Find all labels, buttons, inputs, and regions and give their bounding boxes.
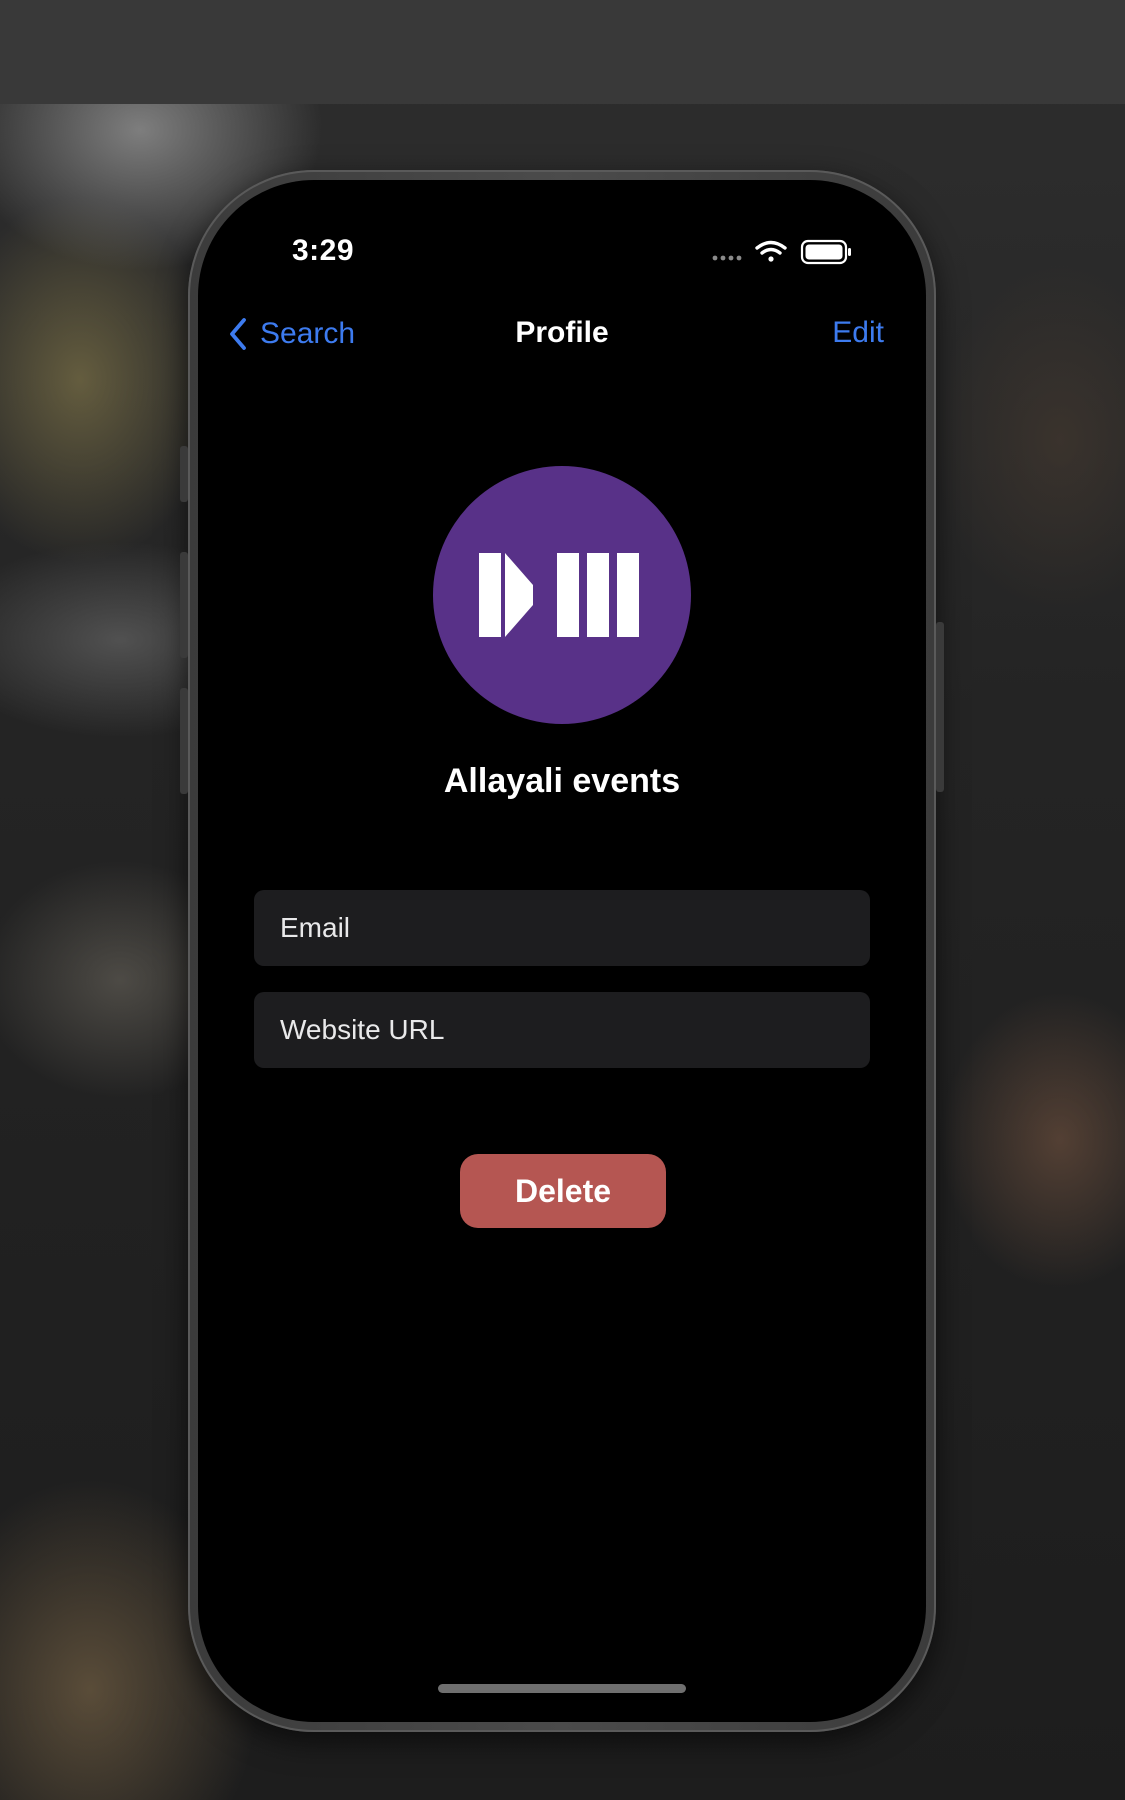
email-field[interactable] [254,890,870,966]
edit-button[interactable]: Edit [832,316,884,350]
page-title: Profile [515,316,609,349]
play-bars-logo-icon [479,553,639,637]
status-time: 3:29 [292,234,355,267]
website-url-field[interactable] [254,992,870,1068]
wifi-icon [755,240,787,262]
website-url-input[interactable] [280,1014,844,1046]
cellular-signal-icon [712,255,742,261]
phone-volume-up-button [180,552,188,658]
window-top-bar [0,0,1125,104]
profile-name: Allayali events [443,762,681,800]
home-indicator[interactable] [438,1684,686,1693]
phone-volume-down-button [180,688,188,794]
status-bar-icons [712,239,851,265]
battery-icon [800,239,851,265]
email-input[interactable] [280,912,844,944]
phone-silent-switch [180,446,188,502]
avatar [433,466,691,724]
phone-screen: 3:29 Search Profile Edit Allayali events… [198,180,926,1722]
delete-button[interactable]: Delete [460,1154,666,1228]
phone-power-button [936,622,944,792]
